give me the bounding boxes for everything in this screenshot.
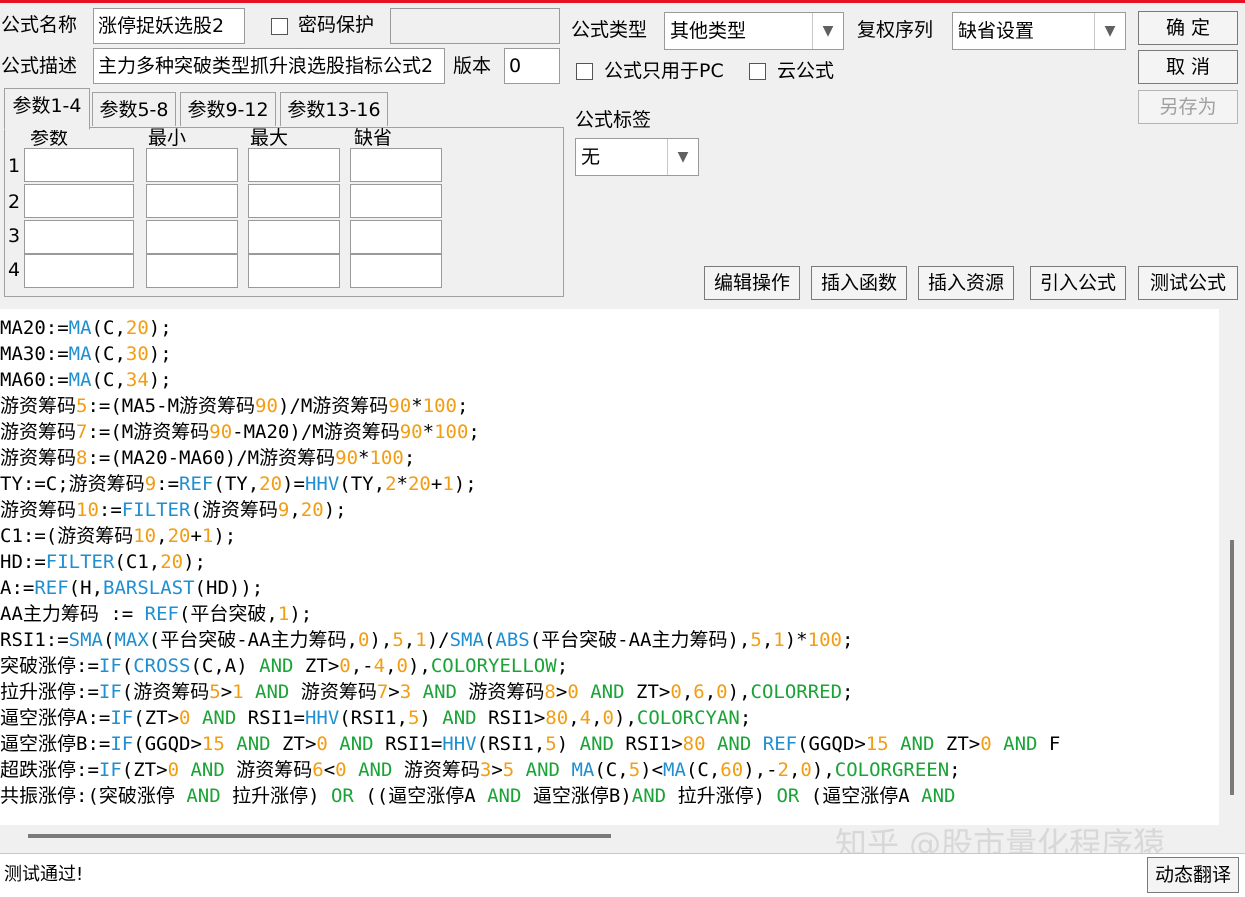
code-line[interactable]: TY:=C;游资筹码9:=REF(TY,20)=HHV(TY,2*20+1);: [0, 471, 477, 497]
formula-tag-label: 公式标签: [575, 109, 652, 131]
param-1-default-input[interactable]: [350, 148, 442, 182]
version-label: 版本: [453, 55, 492, 77]
param-row-number: 1: [8, 155, 21, 177]
param-row-number: 4: [8, 259, 21, 281]
vertical-scrollbar-thumb[interactable]: [1230, 540, 1234, 795]
tab-params-9-12[interactable]: 参数9-12: [180, 92, 276, 126]
code-line[interactable]: 拉升涨停:=IF(游资筹码5>1 AND 游资筹码7>3 AND 游资筹码8>0…: [0, 679, 853, 705]
param-4-default-input[interactable]: [350, 254, 442, 288]
code-line[interactable]: 共振涨停:(突破涨停 AND 拉升涨停) OR ((逼空涨停A AND 逼空涨停…: [0, 783, 955, 809]
formula-tag-value: 无: [581, 146, 601, 168]
chevron-down-icon[interactable]: ▼: [812, 13, 843, 49]
version-input[interactable]: 0: [504, 48, 560, 84]
formula-type-label: 公式类型: [571, 19, 648, 41]
dynamic-translate-button[interactable]: 动态翻译: [1147, 857, 1239, 893]
tab-params-13-16[interactable]: 参数13-16: [280, 92, 388, 126]
param-2-min-input[interactable]: [146, 184, 238, 218]
test-formula-button[interactable]: 测试公式: [1138, 266, 1238, 300]
code-line[interactable]: C1:=(游资筹码10,20+1);: [0, 523, 236, 549]
code-line[interactable]: 游资筹码8:=(MA20-MA60)/M游资筹码90*100;: [0, 445, 415, 471]
param-4-min-input[interactable]: [146, 254, 238, 288]
code-line[interactable]: 游资筹码7:=(M游资筹码90-MA20)/M游资筹码90*100;: [0, 419, 480, 445]
code-line[interactable]: A:=REF(H,BARSLAST(HD));: [0, 575, 263, 601]
insert-resource-button[interactable]: 插入资源: [918, 266, 1014, 300]
formula-type-select[interactable]: 其他类型 ▼: [664, 12, 844, 50]
param-3-default-input[interactable]: [350, 220, 442, 254]
param-2-name-input[interactable]: [24, 184, 134, 218]
window-top-border: [0, 0, 1245, 3]
param-4-name-input[interactable]: [24, 254, 134, 288]
formula-name-label: 公式名称: [1, 14, 78, 36]
code-line[interactable]: AA主力筹码 := REF(平台突破,1);: [0, 601, 312, 627]
code-line[interactable]: 突破涨停:=IF(CROSS(C,A) AND ZT>0,-4,0),COLOR…: [0, 653, 568, 679]
param-3-min-input[interactable]: [146, 220, 238, 254]
cancel-button[interactable]: 取 消: [1138, 50, 1238, 84]
param-4-max-input[interactable]: [248, 254, 340, 288]
chevron-down-icon[interactable]: ▼: [1094, 13, 1125, 49]
code-line[interactable]: MA60:=MA(C,34);: [0, 367, 172, 393]
cloud-formula-label: 云公式: [777, 60, 835, 82]
status-message: 测试通过!: [4, 864, 84, 885]
tab-params-5-8[interactable]: 参数5-8: [92, 92, 176, 126]
import-formula-button[interactable]: 引入公式: [1030, 266, 1126, 300]
param-3-max-input[interactable]: [248, 220, 340, 254]
param-2-max-input[interactable]: [248, 184, 340, 218]
chevron-down-icon[interactable]: ▼: [667, 139, 698, 175]
code-line[interactable]: RSI1:=SMA(MAX(平台突破-AA主力筹码,0),5,1)/SMA(AB…: [0, 627, 853, 653]
save-as-button[interactable]: 另存为: [1138, 90, 1238, 124]
param-2-default-input[interactable]: [350, 184, 442, 218]
password-input[interactable]: [390, 8, 560, 44]
password-label: 密码保护: [298, 14, 375, 36]
formula-desc-input[interactable]: 主力多种突破类型抓升浪选股指标公式2: [93, 48, 445, 84]
rights-select[interactable]: 缺省设置 ▼: [952, 12, 1126, 50]
code-editor[interactable]: MA20:=MA(C,20); MA30:=MA(C,30); MA60:=MA(C…: [0, 309, 1219, 825]
formula-name-input[interactable]: 涨停捉妖选股2: [93, 8, 245, 44]
status-bar: [0, 853, 1245, 897]
horizontal-scrollbar-thumb[interactable]: [28, 834, 611, 838]
ok-button[interactable]: 确 定: [1138, 11, 1238, 45]
param-1-name-input[interactable]: [24, 148, 134, 182]
pc-only-label: 公式只用于PC: [604, 60, 724, 82]
rights-value: 缺省设置: [958, 20, 1035, 42]
param-1-min-input[interactable]: [146, 148, 238, 182]
formula-type-value: 其他类型: [670, 20, 747, 42]
formula-tag-select[interactable]: 无 ▼: [575, 138, 699, 176]
cloud-formula-checkbox[interactable]: [749, 63, 766, 80]
code-line[interactable]: 逼空涨停A:=IF(ZT>0 AND RSI1=HHV(RSI1,5) AND …: [0, 705, 751, 731]
code-line[interactable]: MA20:=MA(C,20);: [0, 315, 172, 341]
insert-function-button[interactable]: 插入函数: [811, 266, 907, 300]
pc-only-checkbox[interactable]: [576, 63, 593, 80]
code-line[interactable]: HD:=FILTER(C1,20);: [0, 549, 206, 575]
formula-desc-label: 公式描述: [1, 55, 78, 77]
param-1-max-input[interactable]: [248, 148, 340, 182]
code-line[interactable]: 游资筹码10:=FILTER(游资筹码9,20);: [0, 497, 347, 523]
code-line[interactable]: 逼空涨停B:=IF(GGQD>15 AND ZT>0 AND RSI1=HHV(…: [0, 731, 1060, 757]
rights-label: 复权序列: [857, 19, 934, 41]
param-row-number: 2: [8, 191, 21, 213]
code-line[interactable]: MA30:=MA(C,30);: [0, 341, 172, 367]
password-checkbox[interactable]: [271, 18, 288, 35]
edit-operations-button[interactable]: 编辑操作: [704, 266, 800, 300]
code-line[interactable]: 超跌涨停:=IF(ZT>0 AND 游资筹码6<0 AND 游资筹码3>5 AN…: [0, 757, 961, 783]
code-line[interactable]: 游资筹码5:=(MA5-M游资筹码90)/M游资筹码90*100;: [0, 393, 468, 419]
param-3-name-input[interactable]: [24, 220, 134, 254]
param-row-number: 3: [8, 225, 21, 247]
tab-params-1-4[interactable]: 参数1-4: [4, 88, 90, 130]
